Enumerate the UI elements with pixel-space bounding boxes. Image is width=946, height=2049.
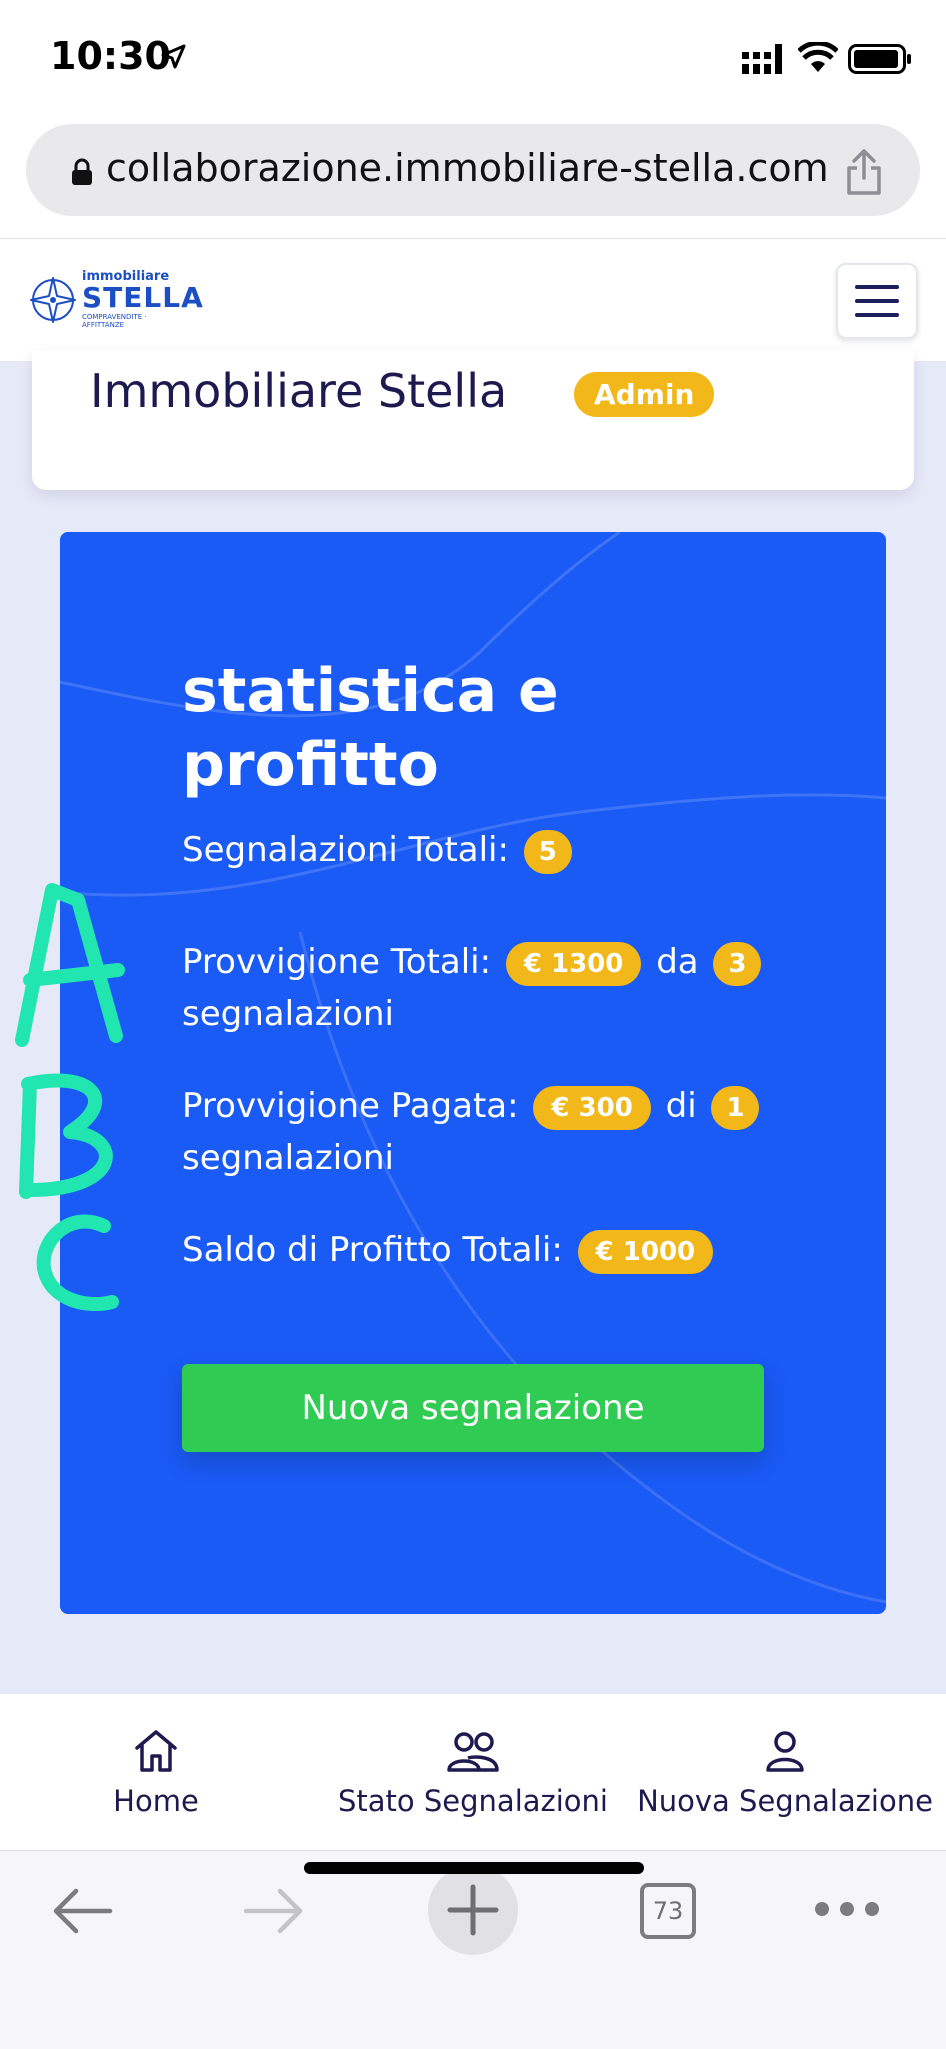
count-badge: 5 xyxy=(523,829,572,874)
stat-suffix: segnalazioni xyxy=(182,994,394,1034)
forward-icon[interactable] xyxy=(242,1887,306,1935)
nav-item-nuova-segnalazione[interactable]: Nuova Segnalazione xyxy=(630,1728,940,1818)
count-badge: 1 xyxy=(711,1085,760,1130)
hamburger-icon xyxy=(855,285,899,289)
stat-provvigione-totali: Provvigione Totali: € 1300 da 3 segnalaz… xyxy=(182,936,782,1040)
nav-item-stato-segnalazioni[interactable]: Stato Segnalazioni xyxy=(328,1728,618,1818)
cellular-signal-icon xyxy=(742,44,782,74)
more-icon[interactable] xyxy=(812,1899,882,1919)
stats-card: statistica e profitto Segnalazioni Total… xyxy=(60,532,886,1614)
user-icon xyxy=(766,1731,804,1772)
bottom-navigation: Home Stato Segnalazioni Nuova Segnalazio… xyxy=(0,1694,946,1850)
stat-connector: di xyxy=(665,1086,697,1126)
company-name: Immobiliare Stella xyxy=(90,364,508,418)
nav-label: Nuova Segnalazione xyxy=(637,1784,933,1818)
plus-icon xyxy=(447,1884,499,1936)
count-badge: 3 xyxy=(713,941,762,986)
amount-badge: € 1300 xyxy=(505,941,642,986)
stat-label: Provvigione Pagata: xyxy=(182,1086,519,1126)
annotation-a xyxy=(15,883,125,1047)
url-text[interactable]: collaborazione.immobiliare-stella.com xyxy=(106,146,829,190)
nav-item-home[interactable]: Home xyxy=(86,1728,226,1818)
new-tab-button[interactable] xyxy=(428,1865,518,1955)
status-time: 10:30 xyxy=(50,34,171,78)
share-icon[interactable] xyxy=(844,148,884,196)
stat-label: Segnalazioni Totali: xyxy=(182,830,509,870)
site-logo[interactable]: immobiliare STELLA COMPRAVENDITE · AFFIT… xyxy=(30,269,203,329)
role-badge: Admin xyxy=(574,372,715,417)
amount-badge: € 1000 xyxy=(577,1229,714,1274)
stat-label: Saldo di Profitto Totali: xyxy=(182,1230,563,1270)
nav-label: Home xyxy=(113,1784,199,1818)
location-arrow-icon xyxy=(161,44,186,69)
users-icon xyxy=(447,1732,499,1772)
wifi-icon xyxy=(798,42,838,72)
stat-saldo-profitto: Saldo di Profitto Totali: € 1000 xyxy=(182,1224,782,1276)
home-icon xyxy=(135,1730,177,1772)
url-bar[interactable]: collaborazione.immobiliare-stella.com xyxy=(26,124,920,216)
browser-address-area: collaborazione.immobiliare-stella.com xyxy=(0,110,946,238)
stat-suffix: segnalazioni xyxy=(182,1138,394,1178)
tabs-button[interactable]: 73 xyxy=(640,1883,696,1939)
stat-connector: da xyxy=(656,942,699,982)
lock-icon xyxy=(72,158,92,185)
site-header: immobiliare STELLA COMPRAVENDITE · AFFIT… xyxy=(0,238,946,362)
logo-tagline: COMPRAVENDITE · AFFITTANZE xyxy=(82,313,147,329)
back-icon[interactable] xyxy=(50,1887,114,1935)
profile-card: Immobiliare Stella Admin xyxy=(32,350,914,490)
battery-icon xyxy=(848,44,911,74)
annotation-b xyxy=(19,1073,113,1199)
annotation-c xyxy=(36,1214,119,1312)
new-referral-button[interactable]: Nuova segnalazione xyxy=(182,1364,764,1452)
hamburger-menu-button[interactable] xyxy=(836,263,918,339)
home-indicator xyxy=(304,1862,644,1874)
stat-segnalazioni-totali: Segnalazioni Totali: 5 xyxy=(182,824,782,876)
stat-label: Provvigione Totali: xyxy=(182,942,492,982)
amount-badge: € 300 xyxy=(533,1085,651,1130)
star-compass-icon xyxy=(30,277,76,323)
browser-toolbar: 73 xyxy=(0,1850,946,2049)
status-bar: 10:30 xyxy=(0,0,946,110)
handwritten-annotations xyxy=(15,883,125,1312)
logo-line2: STELLA xyxy=(82,281,204,314)
stats-title: statistica e profitto xyxy=(182,656,559,800)
stat-provvigione-pagata: Provvigione Pagata: € 300 di 1 segnalazi… xyxy=(182,1080,782,1184)
nav-label: Stato Segnalazioni xyxy=(338,1784,608,1818)
